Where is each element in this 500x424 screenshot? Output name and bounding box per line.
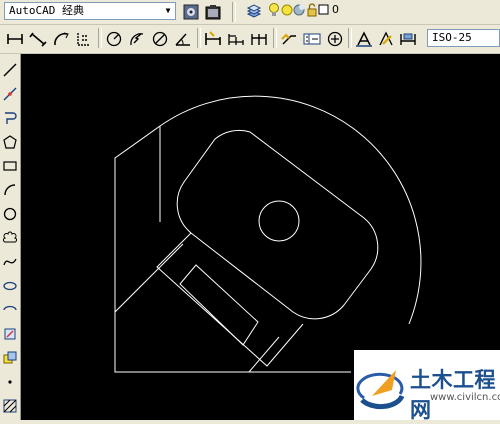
workspace-select[interactable]: AutoCAD 经典 ▼ bbox=[4, 2, 176, 20]
make-block-button[interactable] bbox=[1, 348, 18, 368]
jogged-dimension-icon bbox=[130, 33, 144, 46]
civilcn-logo-icon bbox=[356, 370, 405, 410]
tolerance-button[interactable] bbox=[302, 29, 322, 49]
polyline-button[interactable] bbox=[1, 108, 18, 128]
chevron-down-icon[interactable]: ▼ bbox=[161, 3, 175, 19]
layer-name: 0 bbox=[332, 3, 339, 16]
diameter-dimension-button[interactable] bbox=[150, 29, 170, 49]
inner-slot bbox=[179, 264, 259, 346]
revision-cloud-button[interactable] bbox=[1, 228, 18, 248]
toolbar-separator bbox=[98, 28, 102, 48]
center-mark-button[interactable] bbox=[325, 29, 345, 49]
spline-icon bbox=[2, 258, 17, 266]
toolbar-separator bbox=[197, 28, 201, 48]
circle-icon bbox=[3, 207, 16, 221]
polygon-button[interactable] bbox=[1, 132, 18, 152]
rectangle-button[interactable] bbox=[1, 156, 18, 176]
make-block-icon bbox=[3, 351, 16, 364]
gear-icon bbox=[183, 4, 199, 20]
arc-length-icon bbox=[54, 32, 69, 46]
dimension-text-edit-button[interactable] bbox=[376, 29, 396, 49]
toolbar-separator bbox=[348, 28, 352, 48]
circular-hole bbox=[258, 200, 300, 242]
toolbar-separator bbox=[232, 2, 236, 22]
arc-icon bbox=[3, 184, 15, 196]
construction-line-button[interactable] bbox=[1, 84, 18, 104]
dimension-style-value: ISO-25 bbox=[432, 31, 472, 44]
freeze-icon bbox=[293, 4, 305, 16]
radius-dimension-button[interactable] bbox=[104, 29, 124, 49]
jogged-dimension-button[interactable] bbox=[127, 29, 147, 49]
point-button[interactable] bbox=[1, 372, 18, 392]
rounded-body bbox=[176, 129, 379, 320]
ordinate-dimension-icon bbox=[77, 33, 90, 46]
polygon-icon bbox=[2, 135, 17, 149]
lock-icon bbox=[307, 3, 317, 17]
angular-dimension-button[interactable] bbox=[173, 29, 193, 49]
insert-block-icon bbox=[4, 328, 15, 340]
linear-dimension-button[interactable] bbox=[5, 29, 25, 49]
circle-button[interactable] bbox=[1, 204, 18, 224]
dimension-update-button[interactable] bbox=[398, 29, 418, 49]
rectangle-icon bbox=[2, 161, 17, 171]
layers-icon bbox=[246, 4, 262, 18]
dimension-text-edit-icon bbox=[379, 31, 393, 46]
continue-dimension-icon bbox=[251, 34, 267, 45]
dimension-edit-icon bbox=[356, 31, 372, 47]
diameter-dimension-icon bbox=[152, 31, 168, 47]
lightbulb-icon bbox=[269, 3, 279, 16]
arc-button[interactable] bbox=[1, 180, 18, 200]
ellipse-icon bbox=[2, 281, 17, 291]
revision-cloud-icon bbox=[2, 231, 17, 243]
workspace-icon bbox=[205, 5, 221, 20]
watermark-url: www.civilcn.com bbox=[430, 392, 500, 403]
quick-leader-button[interactable] bbox=[279, 29, 299, 49]
workspace-toolbar: AutoCAD 经典 ▼ 0 bbox=[0, 0, 500, 25]
draw-toolbar bbox=[0, 54, 21, 420]
quick-dimension-icon bbox=[205, 31, 221, 45]
aligned-dimension-button[interactable] bbox=[28, 29, 48, 49]
my-workspace-button[interactable] bbox=[203, 2, 223, 22]
hatch-button[interactable] bbox=[1, 396, 18, 416]
hatch-icon bbox=[3, 399, 16, 413]
angular-dimension-icon bbox=[175, 33, 190, 46]
layer-control[interactable]: 0 bbox=[268, 2, 376, 20]
center-mark-icon bbox=[327, 31, 343, 47]
continue-dimension-button[interactable] bbox=[249, 29, 269, 49]
radius-dimension-icon bbox=[106, 31, 122, 47]
dimension-edit-button[interactable] bbox=[354, 29, 374, 49]
line-icon bbox=[3, 63, 16, 77]
aligned-dimension-icon bbox=[29, 32, 47, 47]
linear-dimension-icon bbox=[7, 34, 23, 44]
sun-icon bbox=[281, 4, 293, 16]
arc-length-button[interactable] bbox=[51, 29, 71, 49]
point-icon bbox=[7, 380, 12, 384]
toolbar-separator bbox=[273, 28, 277, 48]
dimension-update-icon bbox=[400, 33, 416, 45]
baseline-dimension-icon bbox=[228, 34, 244, 45]
baseline-dimension-button[interactable] bbox=[226, 29, 246, 49]
layer-color-swatch-icon bbox=[318, 4, 329, 15]
workspace-select-value: AutoCAD 经典 bbox=[9, 4, 84, 17]
ellipse-button[interactable] bbox=[1, 276, 18, 296]
line-button[interactable] bbox=[1, 60, 18, 80]
construction-line-icon bbox=[3, 87, 16, 101]
ellipse-arc-icon bbox=[2, 305, 17, 311]
dimension-style-select[interactable]: ISO-25 bbox=[427, 29, 500, 47]
ordinate-dimension-button[interactable] bbox=[74, 29, 94, 49]
dimension-toolbar: ISO-25 bbox=[0, 25, 500, 54]
workspace-settings-button[interactable] bbox=[181, 2, 201, 22]
quick-dimension-button[interactable] bbox=[203, 29, 223, 49]
ellipse-arc-button[interactable] bbox=[1, 300, 18, 320]
spline-button[interactable] bbox=[1, 252, 18, 272]
leader-icon bbox=[281, 33, 296, 45]
tolerance-icon bbox=[303, 33, 321, 45]
neck-outer bbox=[156, 232, 304, 367]
polyline-icon bbox=[4, 112, 17, 124]
insert-block-button[interactable] bbox=[1, 324, 18, 344]
diagonal-edge bbox=[114, 243, 184, 313]
layer-manager-button[interactable] bbox=[244, 2, 264, 22]
